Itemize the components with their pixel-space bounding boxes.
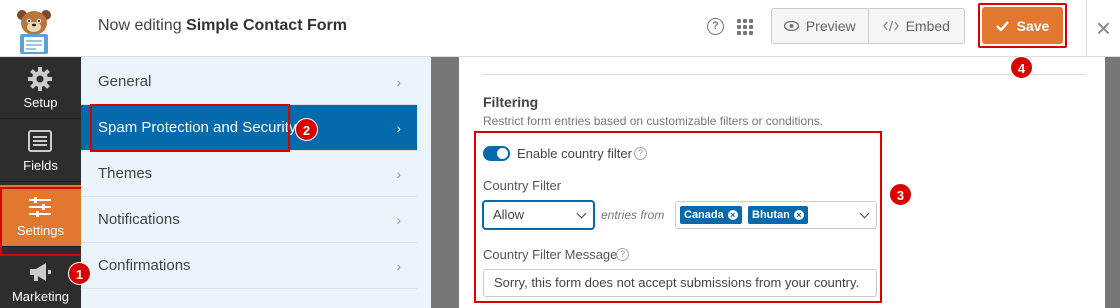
chevron-right-icon: › bbox=[396, 120, 401, 136]
close-button[interactable]: × bbox=[1086, 0, 1120, 57]
nav-setup[interactable]: Setup bbox=[0, 57, 81, 119]
spam-highlight-box bbox=[90, 104, 290, 152]
chevron-right-icon: › bbox=[396, 212, 401, 228]
help-icon[interactable]: ? bbox=[707, 18, 724, 35]
filtering-description: Restrict form entries based on customiza… bbox=[483, 114, 824, 128]
embed-label: Embed bbox=[905, 18, 950, 34]
wpforms-logo bbox=[17, 10, 51, 54]
annotation-badge: 3 bbox=[889, 183, 912, 206]
panel-item-label: Themes bbox=[98, 165, 153, 182]
nav-setup-label: Setup bbox=[23, 95, 58, 110]
panel-item-label: Confirmations bbox=[98, 257, 191, 274]
panel-item-confirmations[interactable]: Confirmations › bbox=[81, 243, 417, 289]
panel-item-label: Notifications bbox=[98, 211, 180, 228]
gear-icon bbox=[28, 67, 52, 91]
close-icon: × bbox=[1095, 13, 1112, 43]
divider bbox=[483, 74, 1085, 75]
panel-item-label: General bbox=[98, 73, 152, 90]
filter-highlight-box bbox=[474, 131, 882, 303]
annotation-badge: 2 bbox=[295, 118, 318, 141]
annotation-badge: 4 bbox=[1010, 56, 1033, 79]
settings-highlight-box bbox=[0, 187, 84, 256]
panel-item-themes[interactable]: Themes › bbox=[81, 151, 417, 197]
top-bar: Now editing Simple Contact Form ? Previe… bbox=[0, 0, 1120, 57]
nav-marketing-label: Marketing bbox=[11, 289, 70, 304]
settings-panel: General › Spam Protection and Security ›… bbox=[81, 57, 431, 308]
preview-button[interactable]: Preview bbox=[772, 9, 868, 43]
chevron-right-icon: › bbox=[396, 258, 401, 274]
chevron-right-icon: › bbox=[396, 74, 401, 90]
nav-fields-label: Fields bbox=[23, 158, 58, 173]
list-icon bbox=[28, 130, 52, 152]
nav-fields[interactable]: Fields bbox=[0, 120, 81, 182]
panel-scrollbar[interactable] bbox=[417, 57, 431, 308]
preview-label: Preview bbox=[805, 18, 856, 34]
page-title: Now editing Simple Contact Form bbox=[98, 17, 347, 35]
megaphone-icon bbox=[30, 263, 51, 281]
filtering-title: Filtering bbox=[483, 94, 539, 110]
save-highlight-box bbox=[978, 3, 1067, 48]
code-icon bbox=[882, 20, 899, 32]
panel-item-general[interactable]: General › bbox=[81, 59, 417, 105]
embed-button[interactable]: Embed bbox=[867, 9, 965, 43]
eye-icon bbox=[783, 21, 799, 31]
preview-embed-group: Preview Embed bbox=[771, 8, 965, 44]
annotation-badge: 1 bbox=[68, 262, 91, 285]
title-prefix: Now editing bbox=[98, 17, 182, 34]
panel-item-notifications[interactable]: Notifications › bbox=[81, 197, 417, 243]
apps-grid-icon[interactable] bbox=[736, 18, 754, 36]
chevron-right-icon: › bbox=[396, 166, 401, 182]
form-name: Simple Contact Form bbox=[186, 17, 347, 34]
